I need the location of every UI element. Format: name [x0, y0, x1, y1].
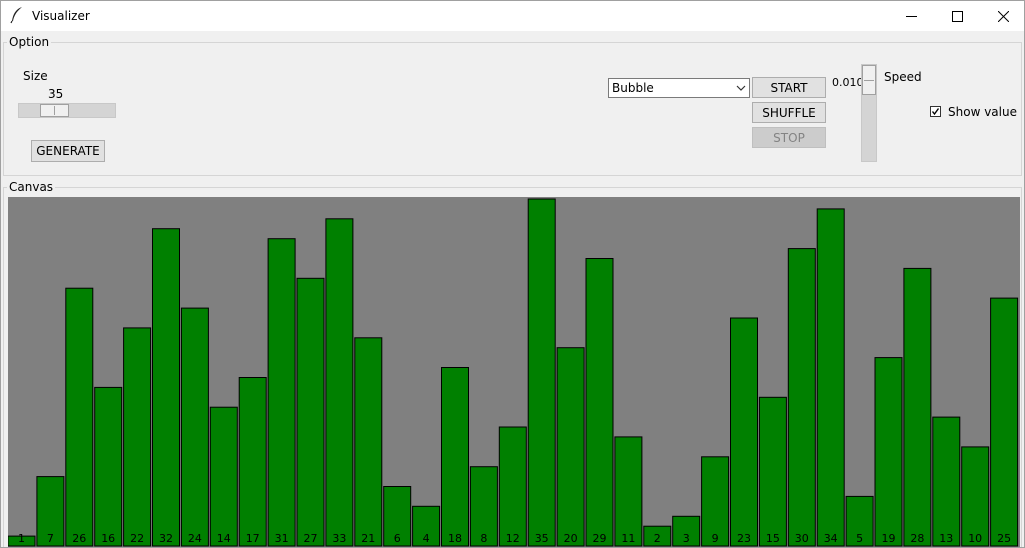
bar-32	[152, 228, 180, 547]
window-title: Visualizer	[32, 9, 90, 23]
bar-value-label: 23	[737, 532, 751, 545]
bar-value-label: 33	[332, 532, 346, 545]
bar-29	[585, 258, 614, 547]
bar-value-label: 24	[188, 532, 202, 545]
bar-26	[65, 287, 94, 547]
bar-value-label: 20	[564, 532, 578, 545]
bar-24	[180, 307, 209, 547]
close-button[interactable]	[980, 1, 1024, 31]
app-window: Visualizer Option Size 35 GENERATE Bubbl…	[0, 0, 1025, 548]
bar-value-label: 34	[824, 532, 838, 545]
speed-label: Speed	[884, 70, 922, 84]
bar-23	[730, 317, 758, 547]
minimize-button[interactable]	[888, 1, 934, 31]
canvas-legend: Canvas	[9, 180, 54, 194]
bar-value-label: 9	[712, 532, 719, 545]
bar-value-label: 4	[423, 532, 430, 545]
bar-value-label: 25	[997, 532, 1011, 545]
chevron-down-icon	[736, 85, 746, 91]
bar-value-label: 8	[480, 532, 487, 545]
feather-icon	[9, 6, 25, 24]
close-icon	[997, 10, 1009, 22]
bar-value-label: 3	[683, 532, 690, 545]
stop-button[interactable]: STOP	[752, 127, 826, 148]
size-label: Size	[23, 69, 48, 83]
bar-chart: 1 7 26 16 22 32 24 14 17 31 27 33 21 6 4 18 8 12 35 20 29 11 2…	[8, 198, 1019, 547]
bar-25	[990, 297, 1019, 547]
bar-34	[816, 208, 845, 547]
bar-14	[209, 406, 238, 547]
bar-33	[325, 218, 354, 547]
algorithm-select[interactable]: Bubble	[608, 78, 750, 98]
option-legend: Option	[9, 35, 50, 49]
bar-value-label: 6	[394, 532, 401, 545]
bar-value-label: 5	[856, 532, 863, 545]
bar-12	[498, 426, 527, 547]
bar-value-label: 13	[939, 532, 953, 545]
bar-19	[874, 357, 903, 547]
bar-value-label: 18	[448, 532, 462, 545]
bar-value-label: 31	[275, 532, 289, 545]
bar-value-label: 19	[882, 532, 896, 545]
shuffle-button[interactable]: SHUFFLE	[752, 102, 826, 123]
bar-20	[556, 347, 585, 547]
bar-value-label: 26	[72, 532, 86, 545]
size-slider-thumb[interactable]	[40, 104, 69, 117]
bar-value-label: 11	[621, 532, 635, 545]
bar-15	[758, 396, 787, 547]
bar-16	[94, 386, 123, 547]
show-value-label[interactable]: Show value	[948, 105, 1017, 119]
title-bar[interactable]: Visualizer	[1, 1, 1024, 31]
bar-value-label: 17	[246, 532, 260, 545]
bar-27	[296, 277, 325, 547]
size-slider[interactable]	[18, 103, 116, 118]
checkmark-icon	[931, 108, 940, 116]
bar-value-label: 28	[910, 532, 924, 545]
bar-value-label: 30	[795, 532, 809, 545]
bar-value-label: 16	[101, 532, 115, 545]
bar-value-label: 10	[968, 532, 982, 545]
bar-value-label: 7	[47, 532, 54, 545]
bar-21	[354, 337, 383, 547]
speed-slider[interactable]	[861, 64, 877, 162]
bar-value-label: 32	[159, 532, 173, 545]
size-value: 35	[48, 87, 64, 101]
speed-slider-thumb[interactable]	[862, 65, 876, 95]
bar-17	[238, 377, 267, 547]
bar-18	[441, 367, 469, 547]
bar-value-label: 21	[361, 532, 375, 545]
bar-value-label: 12	[506, 532, 520, 545]
bar-31	[267, 238, 296, 547]
bar-value-label: 35	[535, 532, 549, 545]
generate-button[interactable]: GENERATE	[31, 140, 105, 162]
show-value-checkbox[interactable]	[930, 106, 941, 117]
bar-22	[123, 327, 152, 547]
bar-value-label: 29	[593, 532, 607, 545]
bar-value-label: 22	[130, 532, 144, 545]
bar-30	[787, 248, 816, 547]
speed-value: 0.010	[832, 76, 864, 89]
bar-11	[614, 436, 643, 547]
start-button[interactable]: START	[752, 77, 826, 98]
bar-value-label: 15	[766, 532, 780, 545]
bar-13	[932, 416, 961, 547]
algorithm-selected-value: Bubble	[612, 81, 654, 95]
maximize-icon	[951, 10, 963, 22]
sort-canvas: 1 7 26 16 22 32 24 14 17 31 27 33 21 6 4 18 8 12 35 20 29 11 2…	[8, 197, 1020, 547]
bar-value-label: 2	[654, 532, 661, 545]
minimize-icon	[905, 15, 917, 17]
bar-28	[903, 267, 932, 547]
bar-35	[527, 198, 556, 547]
bar-value-label: 27	[304, 532, 318, 545]
bar-value-label: 1	[18, 532, 25, 545]
maximize-button[interactable]	[934, 1, 980, 31]
bar-value-label: 14	[217, 532, 231, 545]
